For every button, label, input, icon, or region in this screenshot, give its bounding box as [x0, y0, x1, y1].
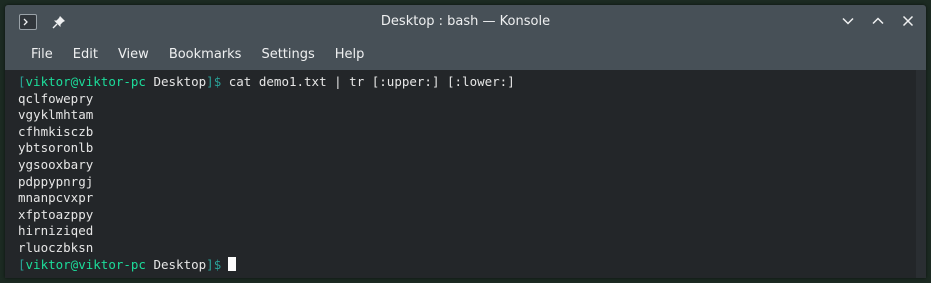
output-line: pdppypnrgj [18, 173, 94, 189]
output-line: rluoczbksn [18, 239, 94, 255]
close-button[interactable] [900, 13, 916, 29]
prompt-user: viktor@viktor-pc [25, 74, 146, 89]
close-icon [902, 15, 914, 27]
command-text: cat demo1.txt | tr [:upper:] [:lower:] [221, 74, 515, 89]
output-line: xfptoazppy [18, 206, 94, 222]
chevron-down-icon [842, 17, 854, 25]
scrollbar[interactable] [916, 70, 926, 278]
menu-view[interactable]: View [108, 39, 159, 70]
output-line: ybtsoronlb [18, 140, 94, 156]
output-line: mnanpcvxpr [18, 190, 94, 206]
menu-bookmarks[interactable]: Bookmarks [159, 39, 252, 70]
prompt-bracket-open: [ [18, 256, 26, 272]
konsole-window: Desktop : bash — Konsole File Edit View … [5, 5, 926, 278]
maximize-button[interactable] [870, 13, 886, 29]
prompt-bracket-open: [ [18, 74, 26, 89]
output-line: qclfowepry [18, 90, 94, 106]
output-line: ygsooxbary [18, 156, 94, 172]
output-line: hirniziqed [18, 223, 94, 239]
output-line: vgyklmhtam [18, 107, 94, 123]
terminal-area[interactable]: [viktor@viktor-pc Desktop]$ cat demo1.tx… [5, 70, 926, 278]
menu-edit[interactable]: Edit [63, 39, 108, 70]
menu-settings[interactable]: Settings [251, 39, 324, 70]
chevron-up-icon [872, 17, 884, 25]
window-title: Desktop : bash — Konsole [380, 14, 551, 29]
menu-file[interactable]: File [21, 39, 63, 70]
prompt-bracket-close: ]$ [206, 74, 222, 89]
prompt-dir: Desktop [145, 74, 207, 89]
minimize-button[interactable] [840, 13, 856, 29]
text-cursor [228, 256, 237, 271]
menu-help[interactable]: Help [325, 39, 375, 70]
menu-bar: File Edit View Bookmarks Settings Help [5, 39, 926, 70]
prompt-bracket-close: ]$ [206, 256, 222, 272]
output-line: cfhmkisczb [18, 123, 94, 139]
prompt-user: viktor@viktor-pc [25, 256, 146, 272]
title-bar[interactable]: Desktop : bash — Konsole [5, 5, 926, 39]
prompt-dir: Desktop [145, 256, 207, 272]
prompt-line: [viktor@viktor-pc Desktop]$ [18, 256, 926, 274]
command-line: [viktor@viktor-pc Desktop]$ cat demo1.tx… [18, 74, 926, 91]
